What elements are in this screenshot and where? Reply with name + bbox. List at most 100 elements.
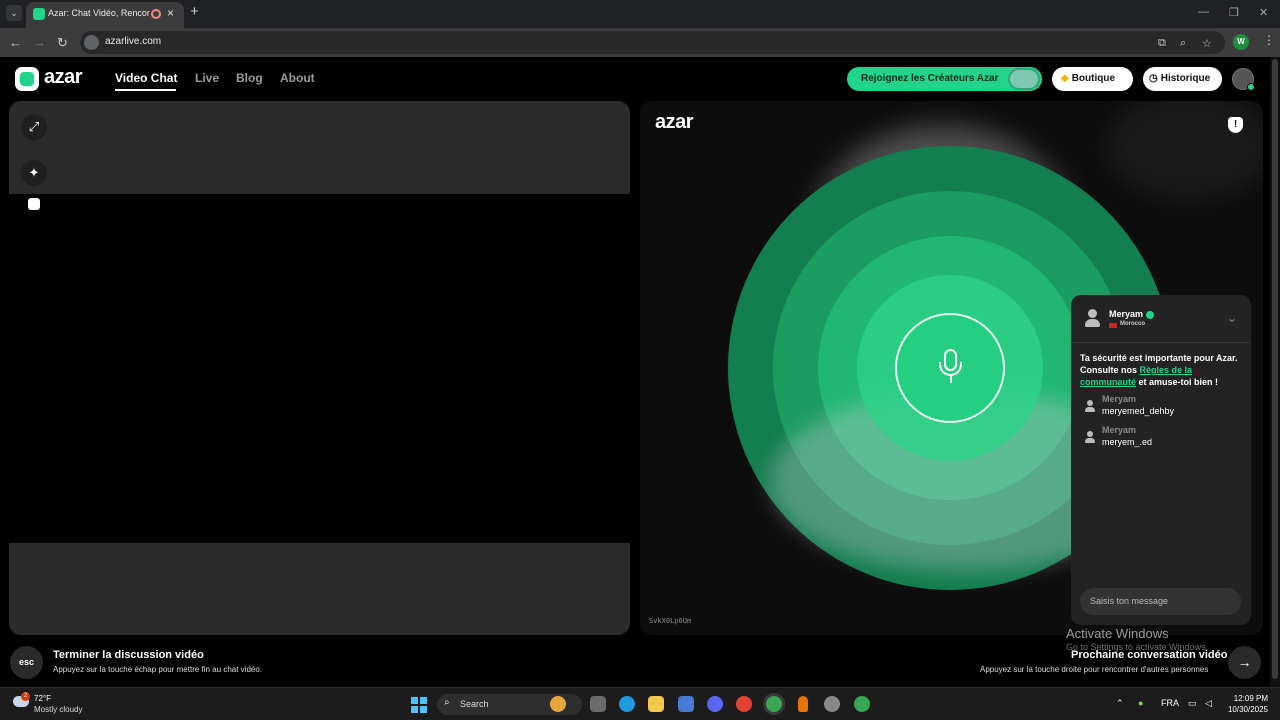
microphone-app-icon[interactable]: [798, 696, 808, 712]
search-icon: ⌕: [444, 697, 450, 708]
back-icon[interactable]: ←: [9, 35, 22, 50]
nav-blog[interactable]: Blog: [236, 71, 263, 85]
weather-condition[interactable]: Mostly cloudy: [34, 705, 82, 714]
tab-search-icon[interactable]: ⌄: [6, 5, 22, 21]
discord-icon[interactable]: [707, 696, 723, 712]
site-info-icon[interactable]: [84, 35, 99, 50]
temperature[interactable]: 72°F: [34, 694, 51, 703]
end-chat-hint: Appuyez sur la touche échap pour mettre …: [53, 665, 263, 674]
profile-avatar[interactable]: W: [1233, 34, 1249, 50]
my-camera-feed: [9, 194, 630, 543]
historique-button[interactable]: ◷ Historique: [1143, 67, 1222, 91]
message-sender: Meryam: [1102, 394, 1137, 404]
nav-live[interactable]: Live: [195, 71, 219, 85]
bookmark-star-icon[interactable]: ☆: [1202, 37, 1212, 50]
boutique-label: Boutique: [1071, 73, 1116, 84]
new-tab-icon[interactable]: +: [190, 3, 199, 20]
report-shield-icon[interactable]: !: [1228, 117, 1243, 133]
azar-logo-icon[interactable]: [15, 67, 39, 91]
creators-illustration-icon: [1008, 68, 1040, 90]
safety-notice: Ta sécurité est importante pour Azar. Co…: [1080, 353, 1238, 387]
close-window-icon[interactable]: ✕: [1259, 6, 1268, 19]
end-chat-button[interactable]: esc: [10, 646, 43, 679]
creators-label: Rejoignez les Créateurs Azar: [861, 73, 999, 84]
azar-favicon-icon: [33, 8, 45, 20]
search-label: Search: [460, 699, 489, 709]
url-field[interactable]: azarlive.com ⧉ ⌕ ☆: [80, 31, 1225, 54]
expand-icon[interactable]: ⤢: [21, 114, 47, 140]
browser-tab[interactable]: Azar: Chat Vidéo, Rencontre ×: [26, 2, 184, 28]
partner-name: Meryam: [1109, 309, 1155, 319]
effects-sparkle-icon[interactable]: ✦: [21, 160, 47, 186]
site-header: azar Video Chat Live Blog About Rejoigne…: [0, 57, 1270, 101]
sender-avatar-icon: [1085, 400, 1095, 412]
sticker-icon[interactable]: [28, 198, 40, 210]
browser-tab-bar: ⌄ Azar: Chat Vidéo, Rencontre × + — ❐ ✕: [0, 0, 1280, 28]
forward-icon[interactable]: →: [33, 35, 46, 50]
edge-icon[interactable]: [619, 696, 635, 712]
message-sender: Meryam: [1102, 425, 1137, 435]
minimize-icon[interactable]: —: [1198, 6, 1209, 18]
verified-icon: [1146, 310, 1155, 319]
search-highlight-icon: [550, 696, 566, 712]
windows-taskbar: 2 72°F Mostly cloudy ⌕ Search ⌃ ● FRA ▭ …: [0, 687, 1280, 720]
chevron-down-icon[interactable]: ⌄: [1227, 311, 1237, 325]
logo-text[interactable]: azar: [44, 66, 83, 89]
session-id: SvkX0Lp6Um: [649, 617, 692, 625]
clock-date: 10/30/2025: [1227, 705, 1268, 714]
restore-icon[interactable]: ❐: [1229, 6, 1239, 19]
app-icon[interactable]: [824, 696, 840, 712]
clock-icon: ◷: [1149, 73, 1158, 84]
nav-about[interactable]: About: [280, 71, 315, 85]
reload-icon[interactable]: ↻: [57, 35, 68, 51]
historique-label: Historique: [1160, 73, 1211, 84]
taskbar-clock[interactable]: 12:09 PM 10/30/2025: [1226, 693, 1268, 715]
message-text: meryemed_dehby: [1102, 406, 1175, 416]
chat-message-input[interactable]: Saisis ton message: [1080, 588, 1241, 615]
next-chat-arrow-icon[interactable]: →: [1228, 646, 1261, 679]
volume-icon[interactable]: ◁: [1205, 698, 1212, 709]
windows-start-icon[interactable]: [411, 697, 427, 713]
join-creators-button[interactable]: Rejoignez les Créateurs Azar: [847, 67, 1042, 91]
cast-icon[interactable]: ⧉: [1158, 37, 1166, 50]
next-chat-hint: Appuyez sur la touche droite pour rencon…: [980, 665, 1209, 674]
next-chat-title: Prochaine conversation vidéo: [1071, 649, 1228, 661]
azar-page: azar Video Chat Live Blog About Rejoigne…: [0, 57, 1280, 687]
clock-time: 12:09 PM: [1233, 694, 1268, 703]
microphone-icon: [895, 313, 1005, 423]
url-text: azarlive.com: [105, 36, 162, 47]
gem-icon: ◆: [1061, 73, 1069, 84]
activate-windows-title: Activate Windows: [1066, 626, 1169, 641]
partner-country: Morocco: [1120, 321, 1146, 327]
nav-video-chat[interactable]: Video Chat: [115, 71, 177, 85]
chat-box: Meryam Morocco ⌄ Ta sécurité est importa…: [1071, 295, 1251, 625]
chrome-profile-icon[interactable]: [854, 696, 870, 712]
boutique-button[interactable]: ◆ Boutique: [1052, 67, 1133, 91]
morocco-flag-icon: [1109, 323, 1117, 328]
user-avatar[interactable]: [1232, 68, 1255, 91]
chrome-active-icon[interactable]: [766, 696, 782, 712]
task-view-icon[interactable]: [590, 696, 606, 712]
weather-badge: 2: [21, 692, 30, 701]
language-indicator[interactable]: FRA: [1161, 698, 1179, 708]
tab-title: Azar: Chat Vidéo, Rencontre: [48, 8, 150, 18]
browser-menu-icon[interactable]: ⋮: [1263, 33, 1275, 47]
nav-active-underline: [115, 89, 176, 91]
my-video-panel: ⤢ ✦: [9, 101, 630, 635]
close-tab-icon[interactable]: ×: [167, 6, 174, 20]
partner-avatar-icon: [1085, 309, 1100, 327]
network-icon[interactable]: ▭: [1188, 698, 1197, 709]
taskbar-search[interactable]: ⌕ Search: [437, 694, 582, 715]
chat-header[interactable]: Meryam Morocco ⌄: [1071, 295, 1251, 343]
page-scrollbar[interactable]: [1270, 57, 1280, 687]
tray-chevron-up-icon[interactable]: ⌃: [1116, 698, 1124, 709]
zoom-icon[interactable]: ⌕: [1180, 37, 1186, 50]
azar-watermark: azar: [655, 111, 694, 133]
address-bar: ← → ↻ azarlive.com ⧉ ⌕ ☆ W ⋮: [0, 28, 1280, 57]
chrome-icon[interactable]: [736, 696, 752, 712]
tray-mic-icon[interactable]: ●: [1138, 698, 1143, 708]
recording-indicator-icon: [151, 9, 161, 19]
file-explorer-icon[interactable]: [648, 696, 664, 712]
store-icon[interactable]: [678, 696, 694, 712]
message-text: meryem_.ed: [1102, 437, 1153, 447]
